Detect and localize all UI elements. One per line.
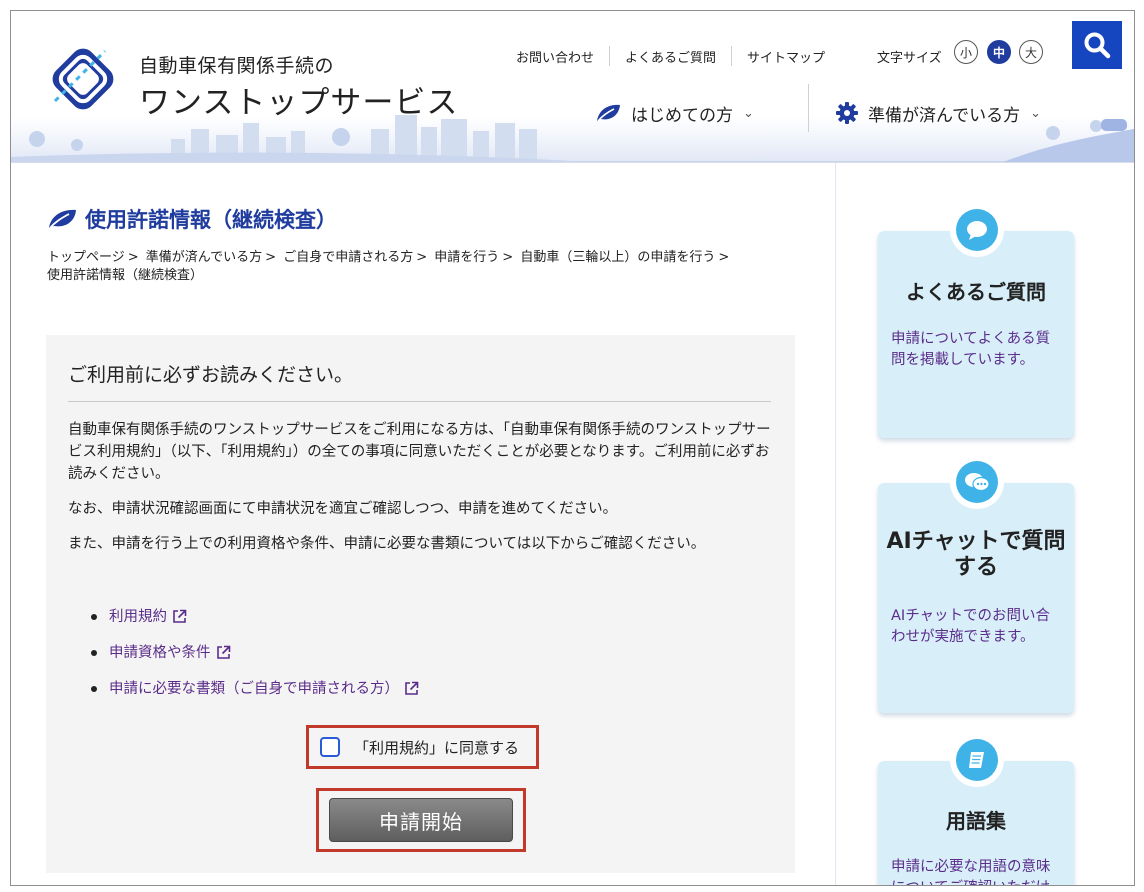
font-size-medium-button[interactable]: 中 <box>987 40 1011 64</box>
notice-heading: ご利用前に必ずお読みください。 <box>68 364 354 386</box>
start-button-highlight: 申請開始 <box>316 788 526 852</box>
faq-link[interactable]: よくあるご質問 <box>610 47 731 66</box>
site-logo-icon[interactable] <box>45 41 121 117</box>
bullet <box>91 650 97 656</box>
bullet <box>91 686 97 692</box>
agree-terms-highlight: 「利用規約」に同意する <box>306 725 539 769</box>
page-title: 使用許諾情報（継続検査） <box>47 204 337 234</box>
book-icon <box>969 752 984 768</box>
list-item: 申請資格や条件 <box>91 641 419 677</box>
card-description: 申請に必要な用語の意味についてご確認いただけます。 <box>891 859 1051 885</box>
browser-frame: 自動車保有関係手続の ワンストップサービス お問い合わせ よくあるご質問 サイト… <box>10 10 1135 886</box>
font-size-large-button[interactable]: 大 <box>1019 40 1043 64</box>
contact-link[interactable]: お問い合わせ <box>501 47 609 66</box>
main-content: 使用許諾情報（継続検査） トップページ > 準備が済んでいる方 > ご自身で申請され… <box>11 163 835 885</box>
breadcrumb-item[interactable]: 自動車（三輪以上）の申請を行う <box>520 250 715 265</box>
site-header: 自動車保有関係手続の ワンストップサービス お問い合わせ よくあるご質問 サイト… <box>11 11 1134 163</box>
eligibility-link[interactable]: 申請資格や条件 <box>109 641 211 665</box>
nav-beginners[interactable]: はじめての方 ⌄ <box>595 97 754 129</box>
nav-prepared[interactable]: 準備が済んでいる方 ⌄ <box>836 97 1041 129</box>
leaf-icon <box>597 104 620 122</box>
page-title-text: 使用許諾情報（継続検査） <box>85 208 337 232</box>
nav-prepared-label: 準備が済んでいる方 <box>868 105 1021 126</box>
list-item: 利用規約 <box>91 605 419 641</box>
notice-paragraph-status: なお、申請状況確認画面にて申請状況を適宜ご確認しつつ、申請を進めてください。 <box>68 501 618 517</box>
breadcrumb-separator: > <box>416 250 428 265</box>
external-link-icon <box>216 645 230 659</box>
search-icon <box>1084 32 1111 59</box>
list-item: 申請に必要な書類（ご自身で申請される方） <box>91 677 419 713</box>
card-title: AIチャットで質問する <box>886 529 1066 580</box>
terms-of-use-link[interactable]: 利用規約 <box>109 605 167 629</box>
divider <box>68 401 771 402</box>
card-icon-badge <box>950 455 1004 509</box>
card-title: 用語集 <box>946 809 1006 833</box>
divider <box>808 84 809 132</box>
utility-nav: お問い合わせ よくあるご質問 サイトマップ <box>501 46 840 66</box>
agree-terms-label[interactable]: 「利用規約」に同意する <box>354 737 519 758</box>
font-size-small-button[interactable]: 小 <box>954 40 978 64</box>
card-icon-badge <box>950 203 1004 257</box>
required-documents-link[interactable]: 申請に必要な書類（ご自身で申請される方） <box>109 677 399 701</box>
notice-paragraph-requirements: また、申請を行う上での利用資格や条件、申請に必要な書類については以下からご確認く… <box>68 536 706 552</box>
site-title-line2[interactable]: ワンストップサービス <box>139 77 458 122</box>
ai-chat-card[interactable]: AIチャットで質問する AIチャットでのお問い合わせが実施できます。 <box>878 455 1074 713</box>
breadcrumb-item[interactable]: トップページ <box>47 250 125 265</box>
nav-beginners-label: はじめての方 <box>631 105 733 126</box>
card-description: 申請についてよくある質問を掲載しています。 <box>891 331 1051 368</box>
start-application-button[interactable]: 申請開始 <box>329 798 513 842</box>
external-link-icon <box>405 681 419 695</box>
breadcrumb-item[interactable]: 申請を行う <box>434 250 499 265</box>
breadcrumb-current: 使用許諾情報（継続検査） <box>47 268 204 283</box>
card-icon-badge <box>950 733 1004 787</box>
bullet <box>91 614 97 620</box>
sidebar: よくあるご質問 申請についてよくある質問を掲載しています。 AIチャットで質問す… <box>835 163 1134 885</box>
breadcrumb-separator: > <box>718 250 730 265</box>
font-size-label: 文字サイズ <box>877 51 942 66</box>
chevron-down-icon: ⌄ <box>1030 105 1042 121</box>
breadcrumb-separator: > <box>502 250 514 265</box>
leaf-icon <box>49 209 76 229</box>
breadcrumb: トップページ > 準備が済んでいる方 > ご自身で申請される方 > 申請を行う > 自動… <box>47 249 787 285</box>
sitemap-link[interactable]: サイトマップ <box>732 47 840 66</box>
notice-paragraph-terms: 自動車保有関係手続のワンストップサービスをご利用になる方は、「自動車保有関係手続… <box>68 422 771 482</box>
gear-icon <box>836 102 858 124</box>
glossary-card[interactable]: 用語集 申請に必要な用語の意味についてご確認いただけます。 <box>878 733 1074 885</box>
breadcrumb-separator: > <box>265 250 277 265</box>
faq-card[interactable]: よくあるご質問 申請についてよくある質問を掲載しています。 <box>878 203 1074 438</box>
site-title-line1[interactable]: 自動車保有関係手続の <box>139 51 334 78</box>
reference-links: 利用規約 申請資格や条件 申請に必要な書類（ご自身で申請される方） <box>91 605 419 713</box>
terms-notice-panel: ご利用前に必ずお読みください。 自動車保有関係手続のワンストップサービスをご利用… <box>46 335 795 873</box>
card-title: よくあるご質問 <box>906 280 1046 304</box>
breadcrumb-separator: > <box>127 250 139 265</box>
external-link-icon <box>173 609 187 623</box>
chat-bubbles-icon <box>965 473 990 492</box>
agree-terms-checkbox[interactable] <box>320 737 340 757</box>
card-description: AIチャットでのお問い合わせが実施できます。 <box>891 608 1051 645</box>
search-button[interactable] <box>1072 21 1122 69</box>
breadcrumb-item[interactable]: 準備が済んでいる方 <box>146 250 262 265</box>
breadcrumb-item[interactable]: ご自身で申請される方 <box>283 250 413 265</box>
speech-bubble-icon <box>967 221 987 240</box>
chevron-down-icon: ⌄ <box>743 105 754 121</box>
